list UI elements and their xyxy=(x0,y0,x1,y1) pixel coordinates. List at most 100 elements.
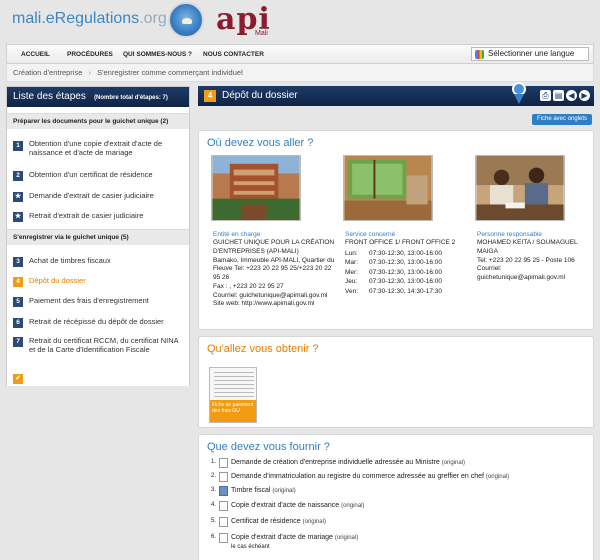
sidebar-step-4[interactable]: 4 Dépôt du dossier xyxy=(7,276,187,287)
step-label: Dépôt du dossier xyxy=(29,276,86,285)
language-select[interactable]: Sélectionner une langue xyxy=(471,47,589,61)
person-details: MOHAMED KEITA / SOUMAGUEL MAIGA Tel: +22… xyxy=(477,239,589,283)
responsible-persons-photo xyxy=(475,155,565,221)
person-label: Personne responsable xyxy=(477,231,543,238)
hours-row: Mar: 07:30-12:30, 13:00-16:00 xyxy=(345,259,443,267)
fiche-onglets-button[interactable]: Fiche avec onglets xyxy=(532,114,592,125)
star-icon: ★ xyxy=(13,212,23,222)
provide-title: Que devez vous fournir ? xyxy=(207,441,330,453)
entity-address: Bamako, Immeuble API-MALI, Quartier du F… xyxy=(213,256,335,282)
step-label: Obtention d'une copie d'extrait d'acte d… xyxy=(29,139,163,158)
document-icon[interactable]: ▤ xyxy=(553,90,564,101)
site-header: mali.eRegulations.org api Mali xyxy=(0,0,600,42)
sidebar-step-casier-retrait[interactable]: ★ Retrait d'extrait de casier judiciaire xyxy=(7,211,187,222)
arrow-left-icon[interactable]: ◀ xyxy=(566,90,577,101)
entity-email[interactable]: Courriel: guichetunique@apimali.gov.ml xyxy=(213,292,339,301)
result-document-thumbnail[interactable]: Fiche de paiement des frais GU xyxy=(209,367,257,423)
entity-building-photo xyxy=(211,155,301,221)
step-badge: 3 xyxy=(13,257,23,267)
breadcrumb-item[interactable]: S'enregistrer comme commerçant individue… xyxy=(97,68,243,77)
person-tel: Tel: +223 20 22 95 25 - Poste 106 xyxy=(477,256,575,264)
service-label: Service concerné xyxy=(345,231,396,238)
step-badge: 5 xyxy=(13,297,23,307)
entity-details: GUICHET UNIQUE POUR LA CRÉATION D'ENTREP… xyxy=(213,239,339,309)
required-document-label: Timbre fiscal (original) xyxy=(231,487,296,494)
google-icon xyxy=(475,50,484,59)
document-icon xyxy=(219,533,228,543)
sidebar-title: Liste des étapes xyxy=(13,91,86,102)
step-label: Obtention d'un certificat de résidence xyxy=(29,170,153,179)
award-ribbon-icon xyxy=(512,82,526,106)
required-document-label: Demande d'immatriculation au registre du… xyxy=(231,473,510,480)
sidebar-step-7[interactable]: 7 Retrait du certificat RCCM, du certifi… xyxy=(7,336,187,355)
hours-row: Lun: 07:30-12:30, 13:00-16:00 xyxy=(345,250,443,257)
step-label: Retrait de récépissé du dépôt de dossier xyxy=(29,317,164,326)
main-nav: ACCUEIL PROCÉDURES QUI SOMMES-NOUS ? NOU… xyxy=(6,44,594,64)
document-icon xyxy=(219,472,228,482)
sidebar-step-5[interactable]: 5 Paiement des frais d'enregistrement xyxy=(7,296,187,307)
opening-hours: Lun: 07:30-12:30, 13:00-16:00 Mar: 07:30-1… xyxy=(345,249,465,296)
site-logo[interactable]: mali.eRegulations.org xyxy=(12,10,167,28)
sidebar-step-3[interactable]: 3 Achat de timbres fiscaux xyxy=(7,256,187,267)
person-email[interactable]: guichetunique@apimali.gov.ml xyxy=(477,274,589,283)
person-name: MOHAMED KEITA / SOUMAGUEL MAIGA xyxy=(477,239,578,255)
sidebar-section: Préparer les documents pour le guichet u… xyxy=(7,113,189,129)
nav-qui-sommes-nous[interactable]: QUI SOMMES-NOUS ? xyxy=(123,51,192,58)
step-number-badge: 4 xyxy=(204,90,216,102)
chevron-right-icon: › xyxy=(88,68,91,77)
service-office-photo xyxy=(343,155,433,221)
step-title: Dépôt du dossier xyxy=(222,90,298,101)
stamp-icon xyxy=(219,486,228,496)
step-label: Retrait du certificat RCCM, du certifica… xyxy=(29,336,179,355)
required-document-label: Copie d'extrait d'acte de mariage (origi… xyxy=(231,534,359,541)
required-document-note: le cas échéant xyxy=(231,544,270,550)
step-label: Paiement des frais d'enregistrement xyxy=(29,296,149,305)
print-icon[interactable]: ⎙ xyxy=(540,90,551,101)
star-icon: ★ xyxy=(13,192,23,202)
arrow-right-icon[interactable]: ▶ xyxy=(579,90,590,101)
entity-label: Entité en charge xyxy=(213,231,261,238)
sidebar-section: S'enregistrer via le guichet unique (5) xyxy=(7,229,189,245)
nav-accueil[interactable]: ACCUEIL xyxy=(21,51,50,58)
person-email-label: Courriel: xyxy=(477,265,502,273)
sidebar-header: Liste des étapes (Nombre total d'étapes:… xyxy=(7,87,189,107)
step-badge: 4 xyxy=(13,277,23,287)
hours-row: Jeu: 07:30-12:30, 13:00-16:00 xyxy=(345,278,443,286)
hours-row: Ven: 07:30-12:30, 14:30-17:30 xyxy=(345,287,443,295)
breadcrumb: Création d'entreprise › S'enregistrer co… xyxy=(6,64,594,82)
sidebar-total: (Nombre total d'étapes: 7) xyxy=(94,95,168,101)
hours-row: Mer: 07:30-12:30, 13:00-16:00 xyxy=(345,268,443,276)
step-badge: 2 xyxy=(13,171,23,181)
sidebar-step-1[interactable]: 1 Obtention d'une copie d'extrait d'acte… xyxy=(7,139,187,158)
sidebar-step-2[interactable]: 2 Obtention d'un certificat de résidence xyxy=(7,170,187,181)
provide-panel: Que devez vous fournir ? 1. Demande de c… xyxy=(198,434,594,560)
language-select-label: Sélectionner une langue xyxy=(488,49,575,58)
step-label: Achat de timbres fiscaux xyxy=(29,256,111,265)
entity-fax: Fax : , +223 20 22 95 27 xyxy=(213,282,284,290)
document-icon xyxy=(219,517,228,527)
mali-seal-logo xyxy=(168,2,204,38)
api-logo-subtitle: Mali xyxy=(255,30,268,37)
step-label: Retrait d'extrait de casier judiciaire xyxy=(29,211,144,220)
where-title: Où devez vous aller ? xyxy=(207,137,314,149)
sidebar-step-casier-demande[interactable]: ★ Demande d'extrait de casier judiciaire xyxy=(7,191,187,202)
step-badge: 6 xyxy=(13,318,23,328)
where-panel: Où devez vous aller ? Entité en charge G… xyxy=(198,130,594,330)
service-name: FRONT OFFICE 1/ FRONT OFFICE 2 xyxy=(345,239,456,246)
entity-website[interactable]: Site web: http://www.apimali.gov.ml xyxy=(213,300,339,309)
obtain-panel: Qu'allez vous obtenir ? Fiche de paiemen… xyxy=(198,336,594,428)
step-header: 4 Dépôt du dossier xyxy=(198,86,594,106)
obtain-title: Qu'allez vous obtenir ? xyxy=(207,343,319,355)
step-badge: 7 xyxy=(13,337,23,347)
nav-contact[interactable]: NOUS CONTACTER xyxy=(203,51,264,58)
required-document-label: Copie d'extrait d'acte de naissance (ori… xyxy=(231,502,365,509)
result-document-label: Fiche de paiement des frais GU xyxy=(210,400,256,422)
checkmark-icon: ✔ xyxy=(13,374,23,384)
entity-name: GUICHET UNIQUE POUR LA CRÉATION D'ENTREP… xyxy=(213,239,335,255)
step-label: Demande d'extrait de casier judiciaire xyxy=(29,191,154,200)
document-icon xyxy=(219,501,228,511)
sidebar-step-6[interactable]: 6 Retrait de récépissé du dépôt de dossi… xyxy=(7,317,187,328)
required-document-label: Certificat de résidence (original) xyxy=(231,518,326,525)
breadcrumb-item[interactable]: Création d'entreprise xyxy=(13,68,82,77)
nav-procedures[interactable]: PROCÉDURES xyxy=(67,51,113,58)
